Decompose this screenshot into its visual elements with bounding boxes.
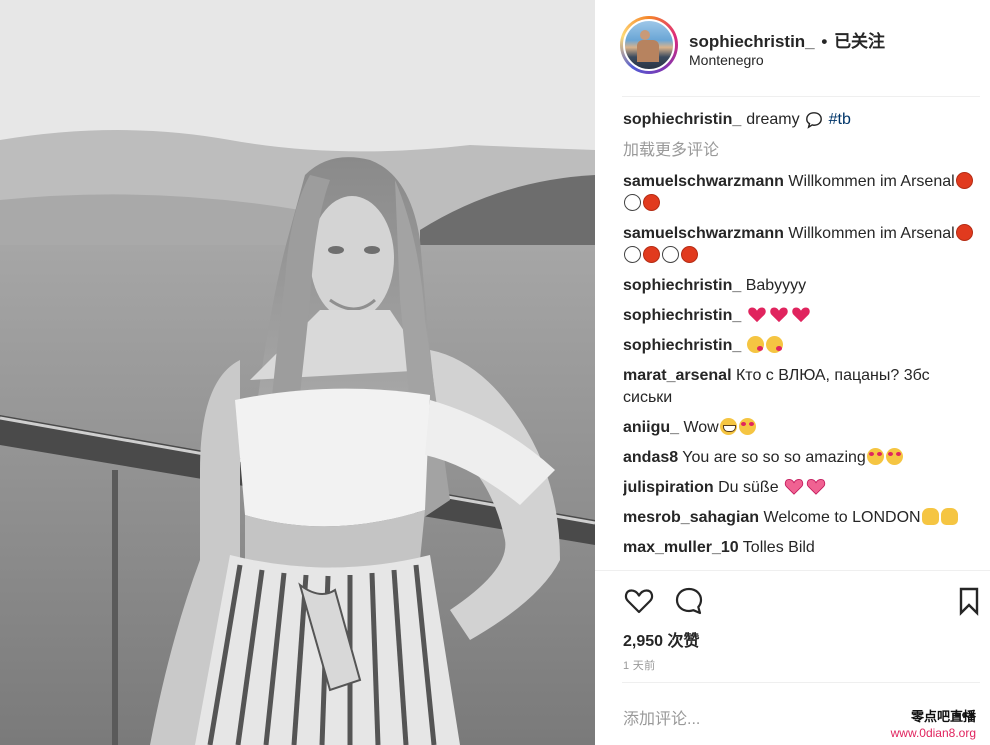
watermark: 零点吧直播 www.0dian8.org	[891, 709, 976, 741]
header-user-line: sophiechristin_ • 已关注	[689, 27, 885, 52]
header-username[interactable]: sophiechristin_	[689, 32, 815, 51]
comment-item: sophiechristin_ Babyyyy	[623, 275, 983, 297]
caption: sophiechristin_ dreamy #tb	[623, 109, 983, 131]
red-circle-emoji-icon	[955, 224, 973, 241]
heart-outline-icon[interactable]	[623, 585, 655, 617]
comment-item: samuelschwarzmann Willkommen im Arsenal	[623, 171, 983, 215]
pink-heart-emoji-icon	[784, 479, 804, 495]
comment-text: Du süße	[718, 479, 779, 496]
comment-username[interactable]: samuelschwarzmann	[623, 173, 784, 190]
pink-heart-emoji-icon	[806, 479, 826, 495]
kissing-face-emoji-icon	[746, 336, 764, 353]
likes-count[interactable]: 2,950 次赞	[623, 627, 700, 651]
watermark-line-2: www.0dian8.org	[890, 726, 976, 740]
header-separator-dot: •	[821, 32, 828, 51]
heart-eyes-emoji-icon	[738, 418, 756, 435]
comment-username[interactable]: sophiechristin_	[623, 277, 741, 294]
white-circle-emoji-icon	[662, 246, 679, 263]
comment-item: sophiechristin_	[623, 335, 983, 357]
heart-eyes-emoji-icon	[866, 448, 884, 465]
red-circle-emoji-icon	[643, 194, 660, 211]
comment-username[interactable]: mesrob_sahagian	[623, 509, 759, 526]
post-side-panel: sophiechristin_ • 已关注 Montenegro sophiec…	[595, 0, 990, 745]
avatar[interactable]	[623, 19, 675, 71]
comment-text: Willkommen im Arsenal	[788, 225, 955, 242]
load-more-comments-button[interactable]: 加载更多评论	[623, 140, 983, 162]
post-photo-art	[0, 0, 595, 745]
comment-username[interactable]: sophiechristin_	[623, 307, 741, 324]
location-link[interactable]: Montenegro	[689, 52, 764, 68]
raising-hands-emoji-icon	[921, 508, 939, 525]
white-circle-emoji-icon	[624, 246, 641, 263]
white-circle-emoji-icon	[624, 194, 641, 211]
post-timestamp[interactable]: 1 天前	[623, 657, 655, 673]
comment-text: Babyyyy	[745, 277, 807, 294]
comment-username[interactable]: andas8	[623, 449, 678, 466]
comment-item: max_muller_10 Tolles Bild	[623, 537, 983, 559]
comments-list[interactable]: sophiechristin_ dreamy #tb 加载更多评论 samuel…	[623, 109, 983, 570]
avatar-ring[interactable]	[620, 16, 678, 74]
red-circle-emoji-icon	[643, 246, 660, 263]
comment-username[interactable]: aniigu_	[623, 419, 679, 436]
comment-username[interactable]: max_muller_10	[623, 539, 739, 556]
comment-item: aniigu_ Wow	[623, 417, 983, 439]
bookmark-icon[interactable]	[953, 585, 985, 617]
comment-text: Tolles Bild	[742, 539, 815, 556]
comment-text: Wow	[683, 419, 719, 436]
raising-hands-emoji-icon	[940, 508, 958, 525]
post-photo[interactable]	[0, 0, 595, 745]
watermark-line-1: 零点吧直播	[910, 709, 976, 724]
kissing-face-emoji-icon	[765, 336, 783, 353]
comment-username[interactable]: samuelschwarzmann	[623, 225, 784, 242]
comment-username[interactable]: sophiechristin_	[623, 337, 741, 354]
comment-text: You are so so so amazing	[682, 449, 866, 466]
caption-text: dreamy	[746, 111, 800, 128]
comment-item: mesrob_sahagian Welcome to LONDON	[623, 507, 983, 529]
add-comment-input[interactable]: 添加评论...	[623, 705, 700, 729]
comment-bubble-icon[interactable]	[673, 585, 705, 617]
red-heart-emoji-icon	[747, 307, 766, 323]
red-circle-emoji-icon	[681, 246, 698, 263]
add-comment-divider	[622, 682, 980, 683]
caption-hashtag[interactable]: #tb	[829, 109, 851, 131]
red-heart-emoji-icon	[791, 307, 810, 323]
follow-status-button[interactable]: 已关注	[834, 32, 885, 51]
comment-item: sophiechristin_	[623, 305, 983, 327]
speech-bubble-icon	[805, 112, 822, 129]
red-heart-emoji-icon	[769, 307, 788, 323]
comment-text: Welcome to LONDON	[763, 509, 921, 526]
red-circle-emoji-icon	[955, 172, 973, 189]
comment-text: Willkommen im Arsenal	[788, 173, 955, 190]
post-header: sophiechristin_ • 已关注 Montenegro	[595, 0, 990, 96]
grinning-face-emoji-icon	[719, 418, 737, 435]
comment-item: andas8 You are so so so amazing	[623, 447, 983, 469]
header-divider	[622, 96, 980, 97]
comment-item: marat_arsenal Кто с ВЛЮА, пацаны? 3бс си…	[623, 365, 983, 409]
comment-item: julispiration Du süße	[623, 477, 983, 499]
caption-username[interactable]: sophiechristin_	[623, 109, 741, 131]
comment-username[interactable]: marat_arsenal	[623, 367, 732, 384]
comment-username[interactable]: julispiration	[623, 479, 714, 496]
comment-item: samuelschwarzmann Willkommen im Arsenal	[623, 223, 983, 267]
heart-eyes-emoji-icon	[885, 448, 903, 465]
